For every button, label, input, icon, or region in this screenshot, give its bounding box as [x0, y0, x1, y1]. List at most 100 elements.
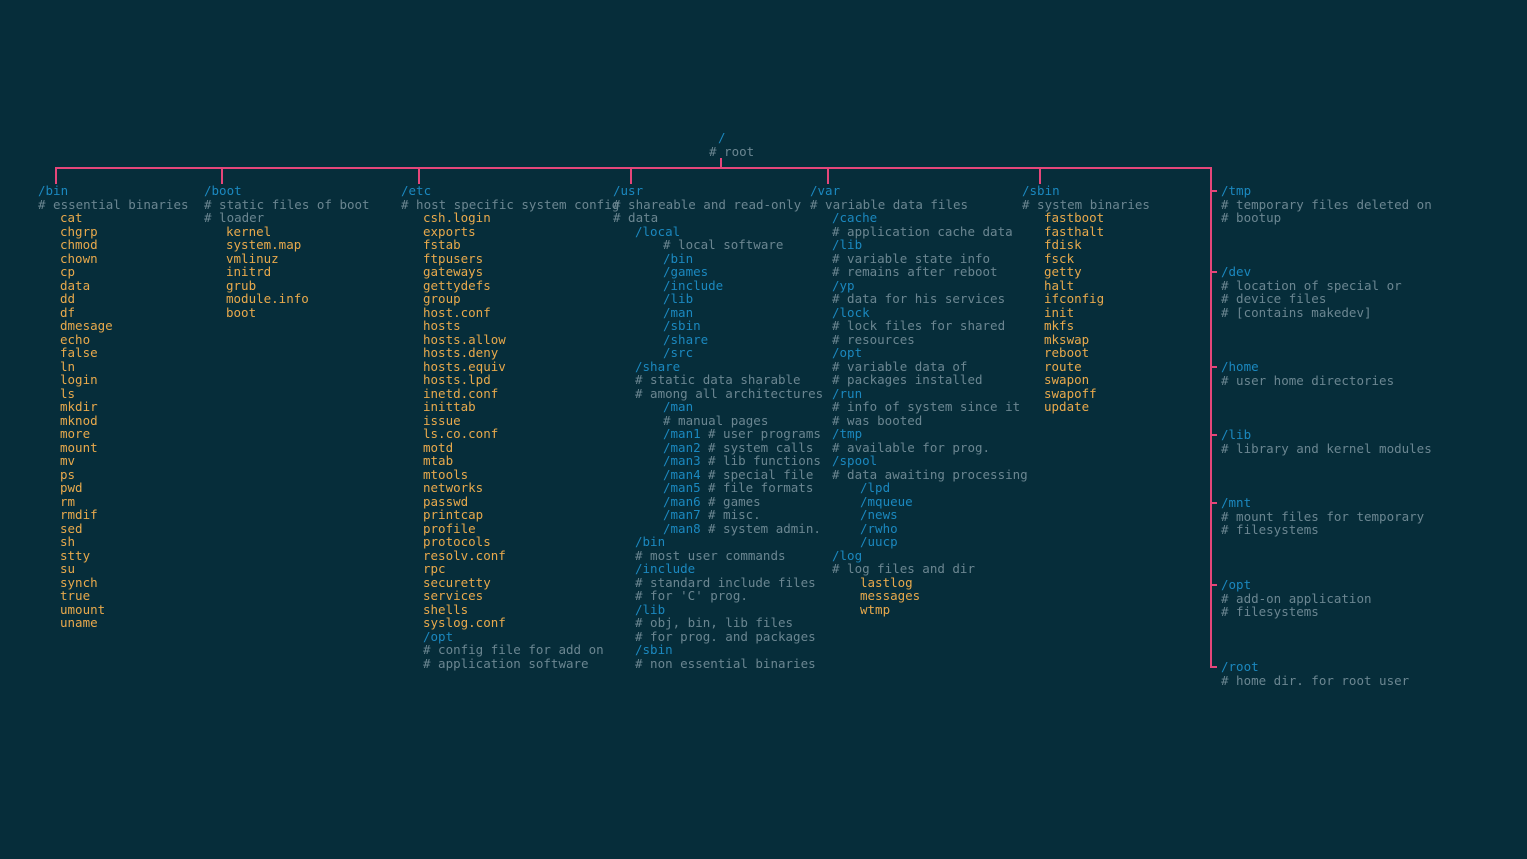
file-entry: reboot [1044, 346, 1089, 360]
subdir-entry: /yp [832, 279, 855, 293]
file-entry: init [1044, 306, 1074, 320]
file-entry: ls [60, 387, 75, 401]
dir-label: /bin [38, 184, 68, 198]
dir-comment: # static files of boot [204, 198, 370, 212]
dir-comment: # temporary files deleted on [1221, 198, 1432, 212]
file-entry: sed [60, 522, 83, 536]
dir-comment: # mount files for temporary [1221, 510, 1424, 524]
man-comment: # file formats [708, 481, 813, 495]
file-entry: ps [60, 468, 75, 482]
file-entry: lastlog [860, 576, 913, 590]
dir-label: /opt [1221, 578, 1251, 592]
file-entry: mkswap [1044, 333, 1089, 347]
file-entry: system.map [226, 238, 301, 252]
file-entry: mkfs [1044, 319, 1074, 333]
man-section: /man7 [663, 508, 701, 522]
file-entry: syslog.conf [423, 616, 506, 630]
file-entry: fdisk [1044, 238, 1082, 252]
file-entry: more [60, 427, 90, 441]
man-section: /man1 [663, 427, 701, 441]
file-entry: update [1044, 400, 1089, 414]
subdir-entry: /opt [832, 346, 862, 360]
comment-line: # among all architectures [635, 387, 823, 401]
comment-line: # for 'C' prog. [635, 589, 748, 603]
comment-line: # available for prog. [832, 441, 990, 455]
subdir-entry: /tmp [832, 427, 862, 441]
comment-line: # data for his services [832, 292, 1005, 306]
dir-label: /boot [204, 184, 242, 198]
subdir-entry: /share [635, 360, 680, 374]
tree-branch [418, 167, 420, 184]
man-section: /man2 [663, 441, 701, 455]
man-section: /man6 [663, 495, 701, 509]
tree-branch [720, 158, 722, 167]
tree-branch [630, 167, 632, 184]
subdir-entry: /sbin [635, 643, 673, 657]
man-comment: # misc. [708, 508, 761, 522]
comment-line: # variable data of [832, 360, 967, 374]
dir-comment: # filesystems [1221, 605, 1319, 619]
file-entry: motd [423, 441, 453, 455]
subdir-entry: /lock [832, 306, 870, 320]
comment-line: # obj, bin, lib files [635, 616, 793, 630]
file-entry: mknod [60, 414, 98, 428]
file-entry: getty [1044, 265, 1082, 279]
subdir-entry: /share [663, 333, 708, 347]
subdir-entry: /lib [635, 603, 665, 617]
dir-label: /usr [613, 184, 643, 198]
man-comment: # system calls [708, 441, 813, 455]
dir-comment: # loader [204, 211, 264, 225]
tree-branch [1210, 190, 1217, 192]
comment-line: # remains after reboot [832, 265, 998, 279]
dir-comment: # variable data files [810, 198, 968, 212]
subdir-entry: /bin [635, 535, 665, 549]
dir-label: /lib [1221, 428, 1251, 442]
file-entry: networks [423, 481, 483, 495]
file-entry: data [60, 279, 90, 293]
subdir-entry: /log [832, 549, 862, 563]
file-entry: hosts.lpd [423, 373, 491, 387]
dir-comment: # location of special or [1221, 279, 1402, 293]
comment-line: # variable state info [832, 252, 990, 266]
file-entry: mount [60, 441, 98, 455]
tree-branch [827, 167, 829, 184]
file-entry: gateways [423, 265, 483, 279]
tree-branch [221, 167, 223, 184]
file-entry: services [423, 589, 483, 603]
comment-line: # for prog. and packages [635, 630, 816, 644]
tree-branch [1210, 167, 1212, 666]
comment-line: # non essential binaries [635, 657, 816, 671]
dir-label: /tmp [1221, 184, 1251, 198]
dir-label: /mnt [1221, 496, 1251, 510]
man-comment: # games [708, 495, 761, 509]
file-entry: mtools [423, 468, 468, 482]
file-entry: wtmp [860, 603, 890, 617]
file-entry: host.conf [423, 306, 491, 320]
file-entry: dd [60, 292, 75, 306]
man-section: /man3 [663, 454, 701, 468]
subdir-entry: /src [663, 346, 693, 360]
tree-branch [55, 167, 57, 184]
file-entry: ifconfig [1044, 292, 1104, 306]
file-entry: kernel [226, 225, 271, 239]
file-entry: securetty [423, 576, 491, 590]
tree-branch [1210, 666, 1217, 668]
file-entry: group [423, 292, 461, 306]
comment-line: # most user commands [635, 549, 786, 563]
file-entry: inittab [423, 400, 476, 414]
file-entry: shells [423, 603, 468, 617]
tree-branch [1210, 434, 1217, 436]
file-entry: boot [226, 306, 256, 320]
file-entry: fstab [423, 238, 461, 252]
subdir-entry: /man [663, 400, 693, 414]
file-entry: halt [1044, 279, 1074, 293]
dir-label: /root [1221, 660, 1259, 674]
file-entry: mtab [423, 454, 453, 468]
file-entry: chmod [60, 238, 98, 252]
root-comment: # root [709, 145, 754, 159]
file-entry: hosts.equiv [423, 360, 506, 374]
file-entry: ls.co.conf [423, 427, 498, 441]
file-entry: rm [60, 495, 75, 509]
file-entry: initrd [226, 265, 271, 279]
subdir-entry: /bin [663, 252, 693, 266]
